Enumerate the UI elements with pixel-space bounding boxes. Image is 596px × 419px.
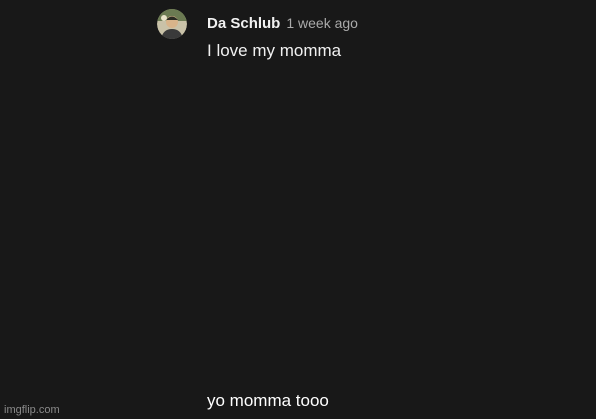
avatar[interactable] (157, 9, 187, 39)
comment-timestamp[interactable]: 1 week ago (286, 15, 358, 31)
comment-author[interactable]: Da Schlub (207, 15, 280, 32)
comment-text: I love my momma (207, 41, 342, 60)
watermark: imgflip.com (4, 404, 60, 416)
user-avatar-icon (157, 9, 187, 39)
meme-caption: yo momma tooo (207, 391, 329, 410)
comment-meta: Da Schlub 1 week ago (207, 14, 358, 33)
